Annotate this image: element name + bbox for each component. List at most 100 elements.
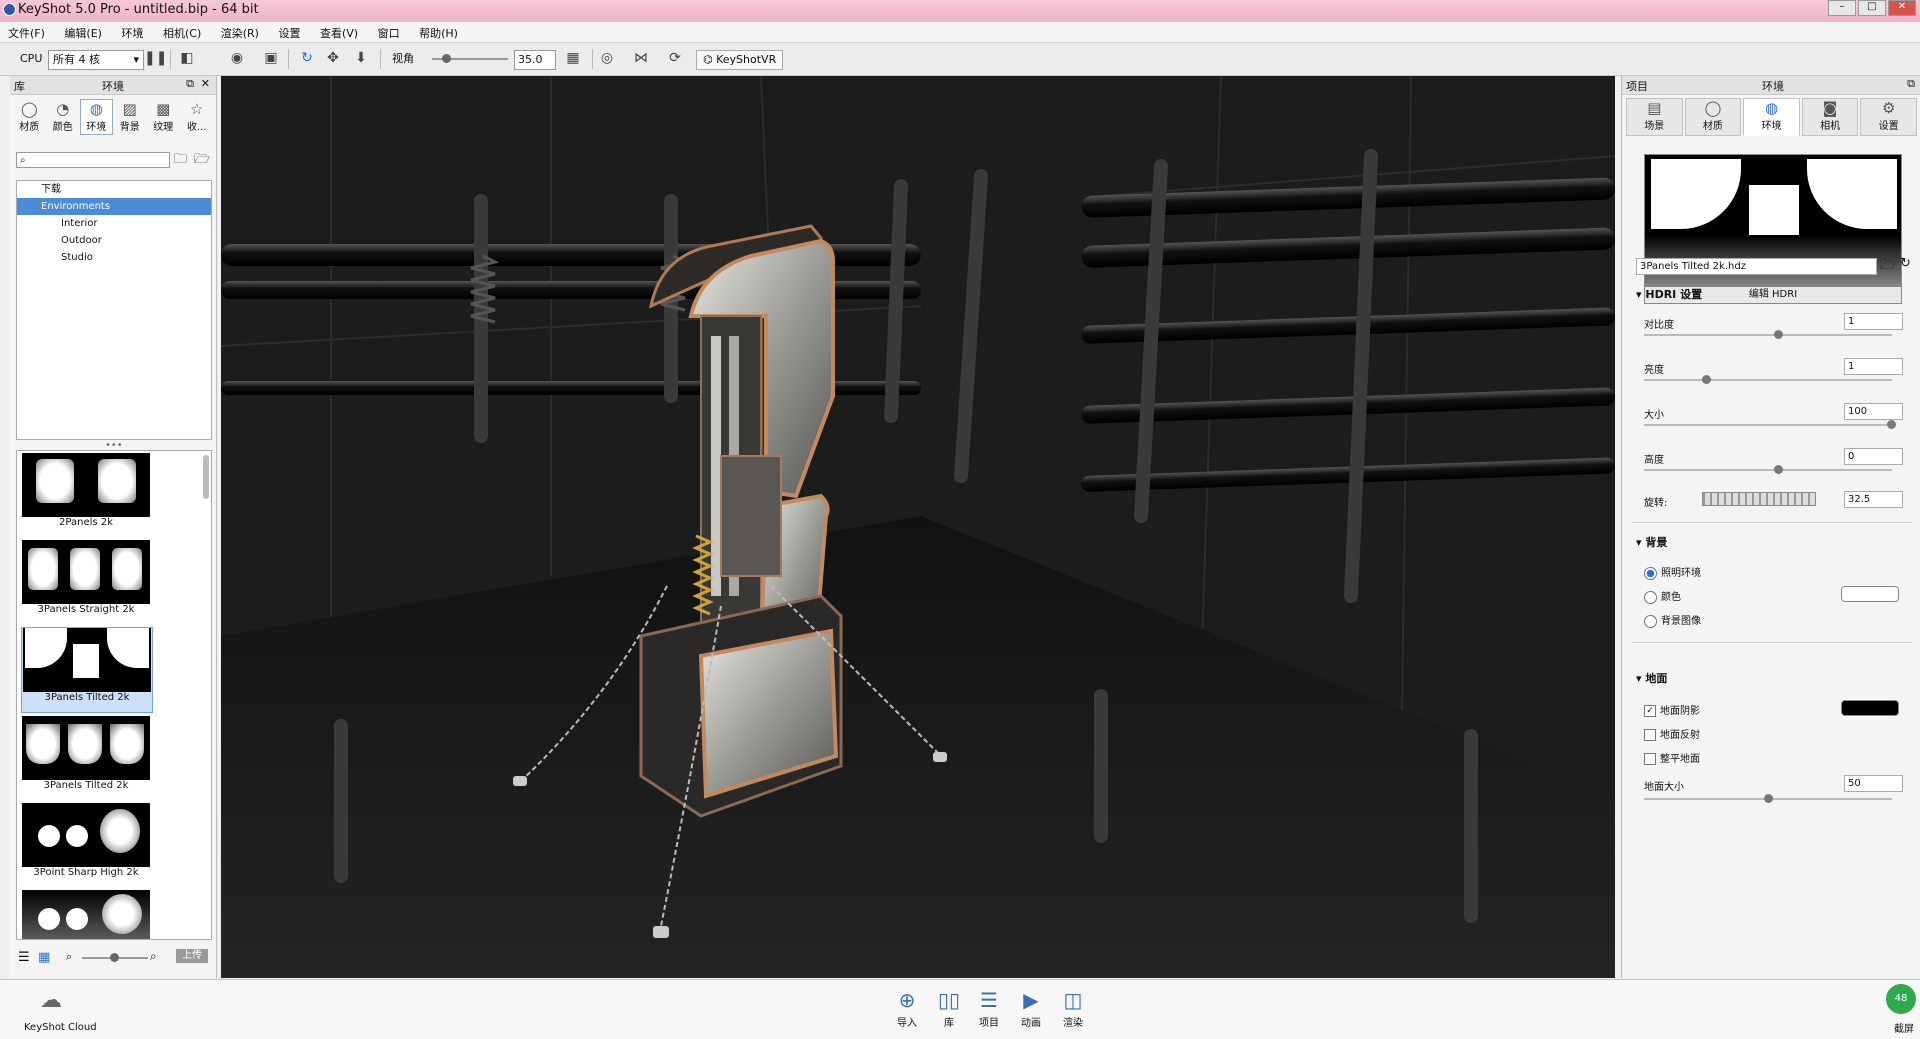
region-icon[interactable]: ◧ (178, 49, 196, 67)
upload-button[interactable]: 上传 (176, 949, 208, 963)
animation-button[interactable]: ▶ 动画 (1014, 986, 1048, 1029)
menu-render[interactable]: 渲染(R) (213, 22, 267, 44)
menu-environment[interactable]: 环境 (113, 22, 151, 44)
sphere-icon[interactable]: ◎ (598, 49, 616, 67)
notification-badge[interactable]: 48 (1886, 984, 1916, 1014)
tab-texture[interactable]: ▩ 纹理 (147, 99, 180, 135)
tab-favorites[interactable]: ☆ 收... (181, 99, 214, 135)
tab-camera[interactable]: ◙ 相机 (1801, 98, 1859, 136)
menu-window[interactable]: 窗口 (370, 22, 408, 44)
bg-option-color[interactable]: 颜色 (1644, 588, 1681, 604)
height-slider[interactable] (1644, 465, 1892, 474)
background-section[interactable]: ▾ 背景 (1636, 534, 1667, 550)
hdri-file-field[interactable]: 3Panels Tilted 2k.hdz (1636, 258, 1877, 275)
fit-icon[interactable]: ✥ (324, 49, 342, 67)
bg-option-lighting[interactable]: 照明环境 (1644, 564, 1701, 580)
folder-add-icon[interactable]: 🗀 (174, 150, 187, 172)
maximize-button[interactable]: □ (1858, 0, 1886, 16)
folder-refresh-icon[interactable]: 🗁 (194, 150, 210, 172)
ground-shadow-checkbox[interactable]: ✓ 地面阴影 (1644, 702, 1700, 717)
tree-item-environments[interactable]: Environments (17, 198, 211, 215)
zoom-out-icon[interactable]: ⌕ (66, 950, 72, 964)
keyshotvr-button[interactable]: ⌬ KeyShotVR (696, 50, 784, 70)
zoom-in-icon[interactable]: ⌕ (150, 949, 157, 964)
menu-camera[interactable]: 相机(C) (155, 22, 209, 44)
menu-file[interactable]: 文件(F) (0, 22, 53, 44)
menu-edit[interactable]: 编辑(E) (56, 22, 110, 44)
project-button[interactable]: ☰ 项目 (972, 986, 1006, 1029)
thumbnail-item[interactable]: 3Panels Tilted 2k (21, 716, 151, 800)
tree-item-studio[interactable]: Studio (17, 249, 211, 266)
menu-help[interactable]: 帮助(H) (411, 22, 466, 44)
ground-size-input[interactable]: 50 (1844, 775, 1903, 792)
close-button[interactable]: ✕ (1888, 0, 1916, 16)
tab-settings[interactable]: ⚙ 设置 (1860, 98, 1917, 136)
minimize-button[interactable]: – (1828, 0, 1856, 16)
tab-material[interactable]: ◯ 材质 (13, 99, 46, 135)
hdri-settings-section[interactable]: ▾ HDRI 设置 (1636, 286, 1702, 302)
tab-color[interactable]: ◔ 颜色 (47, 99, 80, 135)
folder-open-icon[interactable]: 🗁 (1880, 256, 1896, 278)
ground-section[interactable]: ▾ 地面 (1636, 670, 1667, 686)
flatten-ground-checkbox[interactable]: 整平地面 (1644, 750, 1700, 765)
thumbnail-item-selected[interactable]: 3Panels Tilted 2k (21, 627, 153, 713)
fov-input[interactable]: 35.0 (514, 50, 556, 70)
rotation-input[interactable]: 32.5 (1844, 491, 1903, 508)
fov-slider[interactable] (432, 50, 508, 68)
bg-color-swatch[interactable] (1841, 586, 1899, 602)
tree-item-interior[interactable]: Interior (17, 215, 211, 232)
menu-settings[interactable]: 设置 (270, 22, 308, 44)
tab-material[interactable]: ◯ 材质 (1684, 98, 1742, 136)
grid-icon[interactable]: ▦ (564, 49, 582, 67)
library-search-input[interactable]: ⌕ (16, 152, 170, 168)
ground-reflection-checkbox[interactable]: 地面反射 (1644, 726, 1700, 741)
menu-view[interactable]: 查看(V) (312, 22, 366, 44)
cloud-icon[interactable]: ☁ (40, 988, 62, 1013)
thumbnail-item[interactable]: 3Panels Straight 2k (21, 540, 151, 624)
library-button[interactable]: ▯▯ 库 (932, 986, 966, 1029)
shadow-color-swatch[interactable] (1841, 700, 1899, 716)
undock-icon[interactable]: ⧉ (1907, 77, 1915, 91)
nodes-icon[interactable]: ⋈ (632, 49, 650, 67)
undock-icon[interactable]: ⧉ (186, 77, 194, 91)
thumbnail-size-slider[interactable] (82, 953, 148, 962)
rotation-dial[interactable] (1702, 492, 1816, 506)
height-input[interactable]: 0 (1844, 448, 1903, 465)
brightness-input[interactable]: 1 (1844, 358, 1903, 375)
contrast-slider[interactable] (1644, 330, 1892, 339)
thumbnail-label: 3Point Sharp High 2k (33, 867, 139, 878)
chevron-down-icon: ▾ (133, 53, 139, 66)
thumbnail-scrollbar[interactable] (203, 455, 209, 499)
grid-view-icon[interactable]: ▦ (38, 950, 50, 965)
contrast-input[interactable]: 1 (1844, 313, 1903, 330)
size-input[interactable]: 100 (1844, 403, 1903, 420)
pause-icon[interactable]: ❚❚ (144, 49, 167, 67)
brightness-slider[interactable] (1644, 375, 1892, 384)
fov-label: 视角 (392, 52, 414, 65)
tree-item-downloads[interactable]: 下载 (17, 181, 211, 198)
cpu-select[interactable]: 所有 4 核 ▾ (48, 50, 144, 70)
screenshot-icon[interactable]: ◉ (228, 49, 246, 67)
refresh-icon[interactable]: ↻ (1900, 256, 1911, 271)
hdri-preview[interactable]: 编辑 HDRI (1644, 154, 1902, 304)
sync-icon[interactable]: ⟳ (666, 49, 684, 67)
reset-icon[interactable]: ↻ (298, 49, 316, 67)
tab-background[interactable]: ▨ 背景 (114, 99, 147, 135)
tab-scene[interactable]: ▤ 场景 (1626, 98, 1683, 136)
thumbnail-item[interactable]: 3Point Sharp High 2k (21, 803, 151, 887)
copy-icon[interactable]: ▣ (262, 49, 280, 67)
thumbnail-item[interactable] (21, 890, 151, 939)
close-icon[interactable]: ✕ (201, 77, 210, 90)
down-arrow-icon[interactable]: ⬇ (352, 49, 370, 67)
render-button[interactable]: ◫ 渲染 (1056, 986, 1090, 1029)
render-viewport[interactable] (221, 76, 1615, 978)
tab-environment[interactable]: ◍ 环境 (80, 99, 113, 135)
thumbnail-item[interactable]: 2Panels 2k (21, 453, 151, 537)
ground-size-slider[interactable] (1644, 794, 1892, 803)
tree-item-outdoor[interactable]: Outdoor (17, 232, 211, 249)
list-view-icon[interactable]: ☰ (18, 950, 30, 965)
bg-option-image[interactable]: 背景图像 (1644, 612, 1701, 628)
import-button[interactable]: ⊕ 导入 (890, 986, 924, 1029)
tab-environment[interactable]: ◍ 环境 (1743, 98, 1800, 136)
size-slider[interactable] (1644, 420, 1896, 429)
